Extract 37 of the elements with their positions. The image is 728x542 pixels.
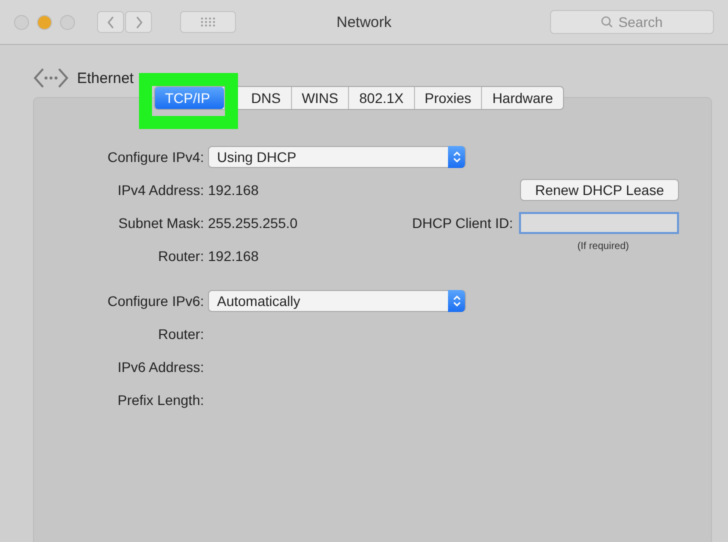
forward-button[interactable]: [125, 11, 152, 33]
stepper-icon: [452, 150, 460, 162]
tab[interactable]: Proxies: [414, 87, 482, 109]
field-label: Router:: [158, 326, 204, 342]
stepper-icon: [452, 294, 460, 306]
field-value: 192.168: [208, 248, 259, 264]
field-label: IPv4 Address:: [118, 182, 204, 198]
field-label: IPv6 Address:: [118, 358, 204, 374]
tab[interactable]: WINS: [290, 87, 348, 109]
minimize-button[interactable]: [37, 14, 52, 30]
zoom-button[interactable]: [60, 14, 75, 30]
tab[interactable]: 802.1X: [348, 87, 414, 109]
configure-popup[interactable]: Using DHCP: [208, 146, 466, 168]
field-label: Prefix Length:: [118, 392, 204, 408]
search-icon: [601, 16, 614, 28]
tab[interactable]: Hardware: [481, 87, 564, 109]
field-hint: (If required): [577, 241, 629, 252]
back-chevron-icon: [106, 16, 114, 28]
tab[interactable]: DNS: [224, 87, 291, 109]
field-value: 192.168: [208, 182, 259, 198]
back-button[interactable]: [97, 11, 124, 33]
field-value: 255.255.255.0: [208, 214, 298, 230]
field-label: Configure IPv6:: [108, 292, 204, 308]
close-button[interactable]: [14, 14, 29, 30]
field-label: Subnet Mask:: [118, 214, 204, 230]
ethernet-icon: [33, 67, 69, 89]
window-title: Network: [336, 14, 392, 30]
configure-popup[interactable]: Automatically: [208, 290, 466, 312]
field-label: Router:: [158, 248, 204, 264]
field-label: Configure IPv4:: [108, 148, 204, 164]
field-label: DHCP Client ID:: [412, 214, 513, 230]
service-name: Ethernet: [77, 70, 134, 86]
show-all-button[interactable]: [180, 11, 236, 33]
renew-dhcp-button[interactable]: Renew DHCP Lease: [520, 178, 679, 200]
forward-chevron-icon: [134, 16, 142, 28]
grid-icon: [200, 17, 216, 27]
client-id-field[interactable]: [519, 212, 679, 234]
